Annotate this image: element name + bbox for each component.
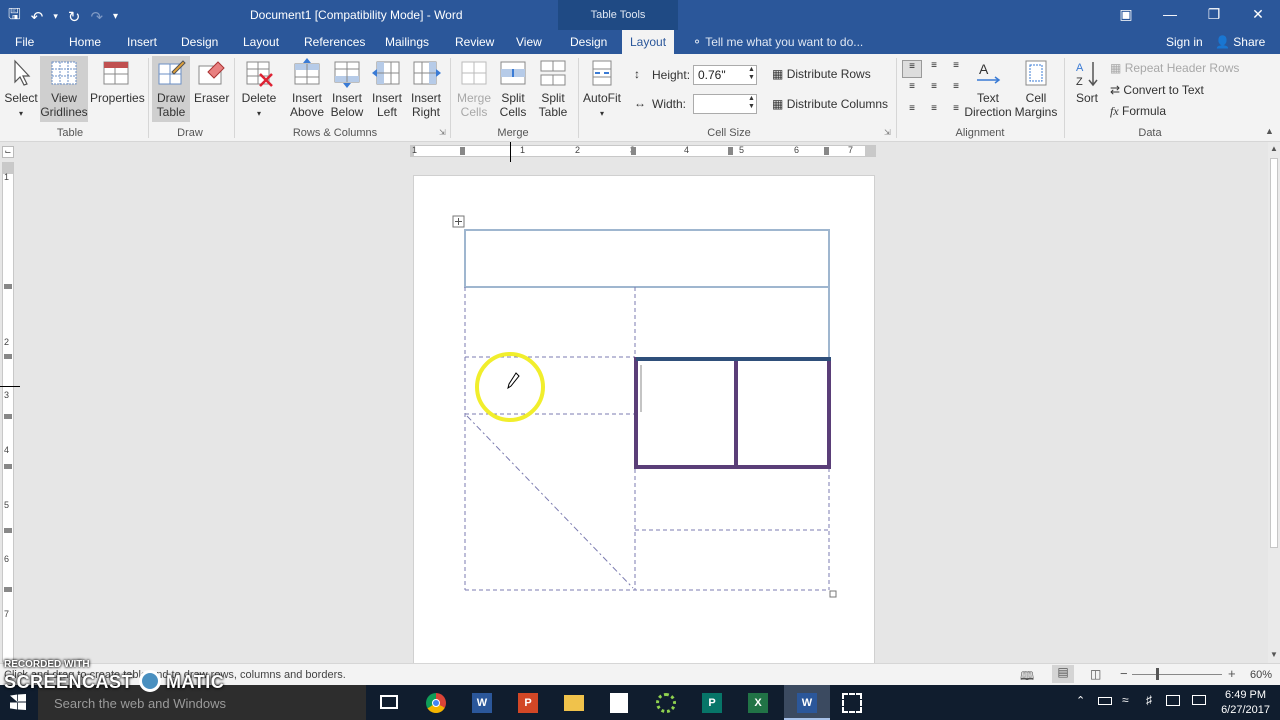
bold-bordered-cell-left[interactable] bbox=[634, 357, 738, 469]
web-layout-icon[interactable]: ◫ bbox=[1090, 667, 1101, 681]
zoom-in-icon[interactable]: + bbox=[1228, 666, 1236, 681]
publisher-icon[interactable]: P bbox=[702, 693, 722, 713]
windows-start-icon[interactable] bbox=[10, 694, 26, 710]
file-explorer-icon[interactable] bbox=[564, 695, 584, 711]
loading-icon[interactable] bbox=[656, 693, 676, 713]
zoom-slider[interactable] bbox=[1132, 674, 1222, 675]
volume-icon[interactable]: ♯ bbox=[1146, 693, 1152, 707]
watermark-logo-icon bbox=[138, 670, 161, 692]
zoom-out-icon[interactable]: − bbox=[1120, 666, 1128, 681]
table-move-handle[interactable] bbox=[452, 215, 465, 228]
clock-time: 6:49 PM bbox=[1225, 689, 1267, 701]
snipping-tool-icon[interactable] bbox=[842, 693, 862, 713]
watermark-brand-matic: MATIC bbox=[166, 672, 225, 692]
chrome-icon[interactable] bbox=[426, 693, 446, 713]
screencast-watermark: RECORDED WITH SCREENCAST MATIC bbox=[4, 659, 224, 693]
tray-overflow-icon[interactable]: ⌃ bbox=[1076, 694, 1085, 707]
taskbar-search-placeholder: Search the web and Windows bbox=[54, 696, 226, 711]
task-view-icon[interactable] bbox=[380, 695, 398, 709]
keyboard-icon[interactable] bbox=[1192, 695, 1206, 705]
word-app-icon[interactable]: W bbox=[472, 693, 492, 713]
table-row-1-cell[interactable] bbox=[464, 229, 830, 288]
wifi-icon[interactable]: ≈ bbox=[1122, 693, 1129, 707]
watermark-recorded-with: RECORDED WITH bbox=[4, 659, 90, 670]
scroll-up-icon[interactable]: ▲ bbox=[1270, 144, 1278, 153]
drawn-table[interactable] bbox=[0, 0, 1280, 720]
table-resize-handle[interactable] bbox=[829, 590, 837, 598]
clock[interactable]: 6:49 PM 6/27/2017 bbox=[1221, 688, 1270, 718]
watermark-brand: SCREENCAST MATIC bbox=[4, 670, 224, 693]
diagonal-cell-border bbox=[466, 415, 634, 589]
scroll-thumb[interactable] bbox=[1270, 158, 1278, 548]
zoom-level[interactable]: 60% bbox=[1250, 669, 1272, 681]
store-icon[interactable] bbox=[610, 693, 628, 713]
vertical-scrollbar[interactable]: ▲ ▼ bbox=[1268, 142, 1280, 663]
battery-icon[interactable] bbox=[1098, 697, 1112, 705]
excel-icon[interactable]: X bbox=[748, 693, 768, 713]
word-icon: W bbox=[797, 693, 817, 713]
powerpoint-icon[interactable]: P bbox=[518, 693, 538, 713]
word-active-app-icon[interactable]: W bbox=[784, 685, 830, 720]
pencil-cursor-icon bbox=[507, 372, 520, 390]
zoom-slider-thumb[interactable] bbox=[1156, 668, 1159, 680]
clock-date: 6/27/2017 bbox=[1221, 704, 1270, 716]
print-layout-icon[interactable]: ▤ bbox=[1052, 665, 1074, 683]
action-center-icon[interactable] bbox=[1166, 695, 1180, 706]
watermark-brand-screencast: SCREENCAST bbox=[4, 672, 134, 692]
bold-bordered-cell-right[interactable] bbox=[734, 357, 831, 469]
scroll-down-icon[interactable]: ▼ bbox=[1270, 650, 1278, 659]
